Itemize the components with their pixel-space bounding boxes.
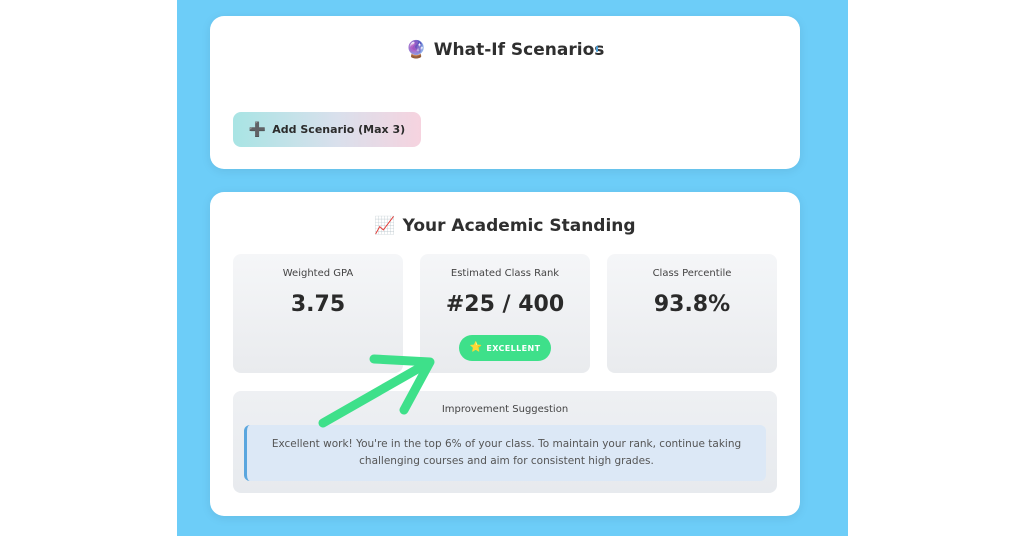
improvement-suggestion-panel: Improvement Suggestion Excellent work! Y… [233, 391, 777, 493]
what-if-scenarios-title-text: What-If Scenarios [433, 40, 605, 60]
class-rank-value: #25 / 400 [445, 292, 565, 317]
class-rank-label: Estimated Class Rank [450, 268, 560, 279]
plus-icon: ➕ [248, 121, 267, 138]
academic-standing-card: 📈 Your Academic Standing Weighted GPA 3.… [210, 192, 800, 516]
what-if-scenarios-title: 🔮 What-If Scenarios [210, 40, 800, 60]
weighted-gpa-stat: Weighted GPA 3.75 [233, 254, 403, 373]
crystal-ball-icon: 🔮 [405, 39, 427, 60]
improvement-suggestion-text: Excellent work! You're in the top 6% of … [244, 425, 766, 481]
class-percentile-stat: Class Percentile 93.8% [607, 254, 777, 373]
excellent-badge: ⭐ EXCELLENT [459, 335, 551, 361]
star-icon: ⭐ [469, 342, 483, 353]
class-rank-stat: Estimated Class Rank #25 / 400 ⭐ EXCELLE… [420, 254, 590, 373]
excellent-badge-label: EXCELLENT [486, 343, 541, 353]
add-scenario-label: Add Scenario (Max 3) [272, 123, 406, 136]
weighted-gpa-label: Weighted GPA [282, 268, 354, 279]
academic-standing-title-text: Your Academic Standing [402, 216, 636, 236]
add-scenario-button[interactable]: ➕ Add Scenario (Max 3) [233, 112, 421, 147]
class-percentile-label: Class Percentile [652, 268, 732, 279]
academic-standing-title: 📈 Your Academic Standing [210, 216, 800, 236]
what-if-scenarios-card: 🔮 What-If Scenarios ➕ Add Scenario (Max … [210, 16, 800, 169]
chart-increasing-icon: 📈 [374, 215, 396, 236]
info-indicator [596, 46, 598, 52]
improvement-suggestion-title: Improvement Suggestion [441, 404, 569, 415]
weighted-gpa-value: 3.75 [290, 292, 346, 317]
class-percentile-value: 93.8% [653, 292, 731, 317]
